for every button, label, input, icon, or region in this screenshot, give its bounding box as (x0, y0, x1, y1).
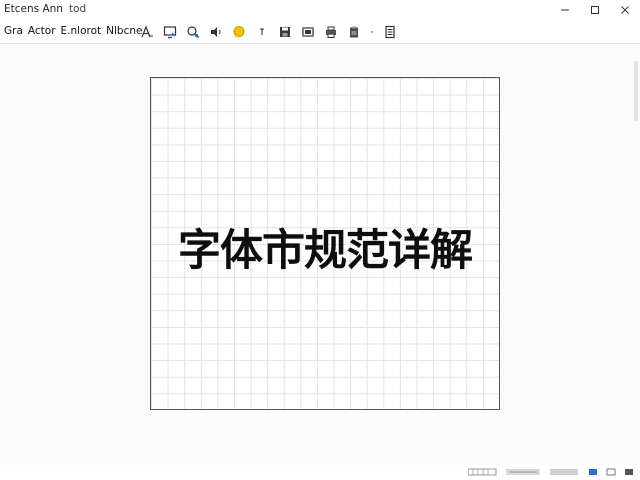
zoom-search-icon (187, 26, 199, 38)
comment-button[interactable] (230, 23, 248, 41)
separator-dot (368, 23, 376, 41)
window-subtitle: tod (68, 3, 87, 15)
menu-item-3[interactable]: E.nlorot (61, 25, 102, 37)
toolbar: Gra Actor E.nlorot Nlbcne (0, 20, 640, 44)
text-tool-icon (141, 25, 153, 38)
fullscreen-button[interactable] (624, 468, 634, 476)
status-tools (460, 468, 634, 476)
comment-icon (233, 26, 245, 38)
minimize-button[interactable] (550, 0, 580, 20)
text-tool-button[interactable] (138, 23, 156, 41)
window-title-text: Etcens Ann (4, 3, 63, 15)
document-button[interactable] (381, 23, 399, 41)
capture-icon (302, 27, 314, 37)
screen-button[interactable] (161, 23, 179, 41)
status-bar (0, 465, 640, 480)
separator-dot-icon (371, 31, 373, 33)
page-controls[interactable] (506, 468, 542, 476)
menu-item-2[interactable]: Actor (28, 25, 56, 37)
clipboard-icon (350, 26, 358, 38)
close-icon (621, 6, 629, 14)
capture-button[interactable] (299, 23, 317, 41)
fullscreen-icon (625, 469, 633, 475)
minimize-icon (561, 9, 569, 11)
audio-icon (211, 27, 221, 37)
vertical-scrollbar[interactable] (634, 61, 638, 121)
zoom-controls[interactable] (550, 468, 580, 476)
document-area: 字体市规范详解 (0, 45, 640, 465)
clipboard-button[interactable] (345, 23, 363, 41)
menu-bar: Gra Actor E.nlorot Nlbcne (4, 25, 147, 37)
zoom-controls-icon (550, 469, 578, 475)
fit-button[interactable] (588, 468, 598, 476)
grid-view-icon (468, 468, 497, 476)
maximize-icon (591, 6, 599, 14)
layout-icon (606, 468, 616, 476)
title-bar: Etcens Ann tod (0, 0, 640, 20)
maximize-button[interactable] (580, 0, 610, 20)
grid-canvas[interactable]: 字体市规范详解 (150, 77, 500, 410)
save-button[interactable] (276, 23, 294, 41)
grid-view-button[interactable] (468, 468, 498, 476)
window-controls (550, 0, 640, 20)
menu-item-1[interactable]: Gra (4, 25, 23, 37)
layout-button[interactable] (606, 468, 616, 476)
fit-icon (589, 469, 597, 475)
page-controls-icon (506, 469, 540, 475)
screen-icon (163, 26, 177, 39)
save-icon (280, 27, 290, 37)
more-small-icon (260, 28, 264, 35)
audio-button[interactable] (207, 23, 225, 41)
window-title: Etcens Ann tod (4, 3, 86, 15)
document-icon (385, 25, 395, 39)
print-icon (326, 26, 336, 38)
print-button[interactable] (322, 23, 340, 41)
more-small-button[interactable] (253, 23, 271, 41)
canvas-heading-text: 字体市规范详解 (178, 226, 473, 276)
close-button[interactable] (610, 0, 640, 20)
zoom-search-button[interactable] (184, 23, 202, 41)
toolbar-icons (138, 23, 404, 41)
